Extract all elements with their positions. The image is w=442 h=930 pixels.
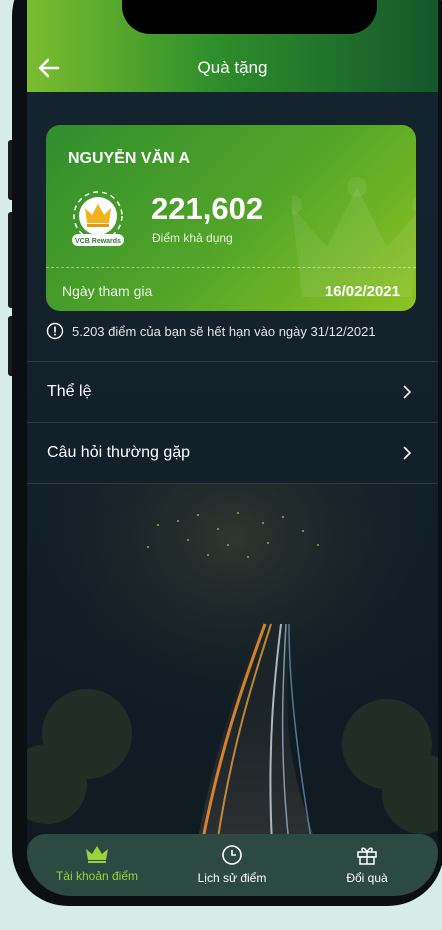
city-highway-background [27,484,438,844]
tab-label: Lịch sử điểm [197,871,267,885]
points-value: 221,602 [151,191,264,226]
menu-item-label: Thể lệ [47,383,92,400]
crown-icon [86,846,108,863]
badge-text: VCB Rewards [75,238,121,245]
gift-icon [357,847,377,865]
dashed-divider [46,267,416,268]
menu-item-rules[interactable]: Thể lệ [27,361,438,422]
clock-icon [222,845,242,865]
join-date-label: Ngày tham gia [62,283,153,299]
chevron-right-icon [403,446,412,460]
expiry-notice: 5.203 điểm của bạn sẽ hết hạn vào ngày 3… [46,322,376,340]
tab-label: Tài khoản điểm [55,869,139,883]
bottom-tab-bar: Tài khoản điểm Lịch sử điểm Đổi quà [27,834,438,896]
join-date-value: 16/02/2021 [324,283,400,300]
app-screen: Quà tặng NGUYỄN VĂN A VCB Rewards 221,60… [27,0,438,896]
tab-points-history[interactable]: Lịch sử điểm [182,834,282,896]
chevron-right-icon [403,385,412,399]
info-icon [46,322,64,340]
tab-points-account[interactable]: Tài khoản điểm [47,834,147,896]
page-title: Quà tặng [197,58,268,77]
vcb-rewards-badge-icon: VCB Rewards [72,191,124,246]
points-label: Điểm khả dụng [152,231,233,245]
menu-item-label: Câu hỏi thường gặp [47,444,191,461]
tab-label: Đổi quà [346,871,388,885]
points-card: NGUYỄN VĂN A VCB Rewards 221,602 Điểm kh… [46,125,416,311]
expiry-notice-text: 5.203 điểm của bạn sẽ hết hạn vào ngày 3… [72,323,376,339]
member-name: NGUYỄN VĂN A [68,150,191,167]
tab-redeem-gift[interactable]: Đổi quà [317,834,417,896]
phone-notch [122,0,377,34]
menu-item-faq[interactable]: Câu hỏi thường gặp [27,422,438,484]
